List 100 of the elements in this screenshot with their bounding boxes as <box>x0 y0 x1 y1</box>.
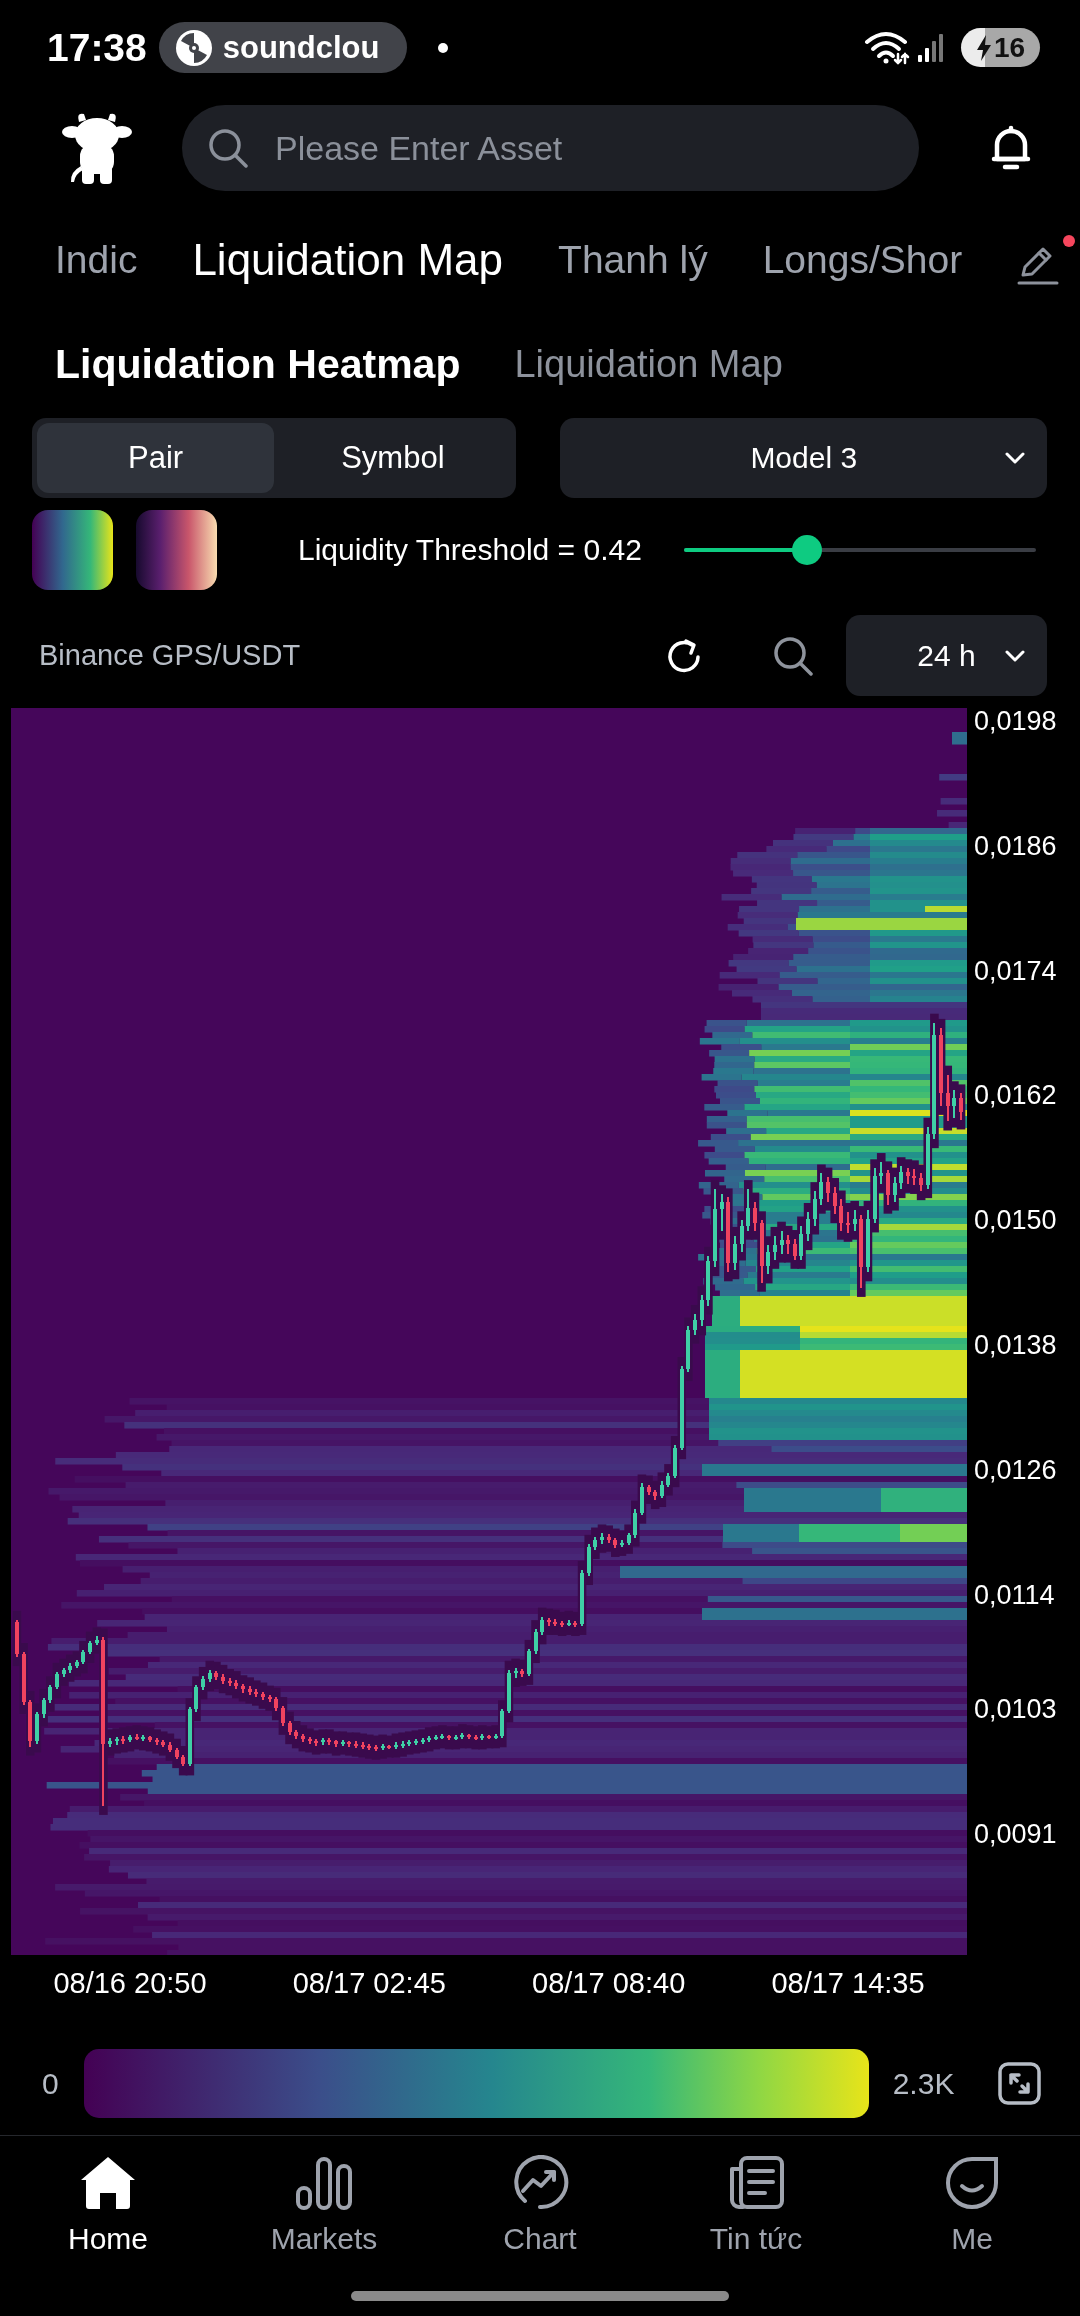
slider-thumb[interactable] <box>792 535 823 565</box>
nav-tab[interactable]: Me <box>943 2155 1001 2256</box>
color-scheme-swatch[interactable] <box>136 510 217 590</box>
candlestick <box>274 1697 278 1711</box>
candlestick <box>281 1706 285 1726</box>
threshold-label: Liquidity Threshold = 0.42 <box>298 533 642 567</box>
wifi-icon <box>864 29 910 66</box>
candlestick <box>168 1742 172 1752</box>
threshold-slider[interactable] <box>684 535 1036 565</box>
refresh-button[interactable] <box>665 636 703 675</box>
status-time: 17:38 <box>47 28 147 67</box>
candlestick <box>893 1177 897 1202</box>
search-field[interactable]: Please Enter Asset <box>182 105 919 191</box>
price-axis-label: 0,0198 <box>974 705 1057 737</box>
candlestick <box>208 1670 212 1682</box>
candlestick <box>288 1721 292 1735</box>
candlestick <box>301 1734 305 1742</box>
page-tab[interactable]: Thanh lý <box>558 237 708 283</box>
candlestick <box>194 1685 198 1712</box>
candlestick <box>926 1127 930 1189</box>
candlestick <box>540 1617 544 1635</box>
candlestick <box>427 1736 431 1742</box>
bell-icon <box>991 125 1031 171</box>
candlestick <box>886 1170 890 1205</box>
page-tab[interactable]: Indic <box>55 237 138 283</box>
candlestick <box>467 1734 471 1739</box>
page-tab[interactable]: Longs/Shor <box>762 237 963 283</box>
expand-button[interactable] <box>998 2062 1042 2105</box>
notifications-button[interactable] <box>991 125 1031 171</box>
segment-option[interactable]: Pair <box>37 423 275 493</box>
search-icon <box>773 635 813 676</box>
candlestick <box>261 1692 265 1700</box>
candlestick <box>740 1220 744 1252</box>
model-select[interactable]: Model 3 <box>560 418 1047 498</box>
candlestick <box>334 1740 338 1747</box>
candlestick <box>321 1738 325 1745</box>
disc-icon <box>175 29 212 66</box>
candlestick <box>88 1641 92 1654</box>
candlestick <box>81 1650 85 1664</box>
candlestick <box>560 1621 564 1627</box>
range-select[interactable]: 24 h <box>846 615 1047 696</box>
candlestick <box>806 1212 810 1241</box>
candlestick <box>906 1168 910 1184</box>
candlestick <box>520 1669 524 1677</box>
nav-tab[interactable]: Markets <box>270 2155 378 2256</box>
candlestick <box>75 1660 79 1668</box>
candlestick <box>387 1745 391 1749</box>
page-tab[interactable]: Liquidation Map <box>192 234 504 286</box>
candlestick <box>22 1652 26 1705</box>
pair-label: Binance GPS/USDT <box>39 639 301 672</box>
candlestick <box>826 1177 830 1202</box>
candlestick <box>241 1684 245 1693</box>
candlestick <box>308 1737 312 1744</box>
nav-tab[interactable]: Home <box>68 2155 148 2256</box>
candlestick <box>460 1733 464 1739</box>
candlestick <box>527 1649 531 1676</box>
view-tab[interactable]: Liquidation Map <box>514 343 783 387</box>
smiley-icon <box>943 2155 1001 2210</box>
search-button[interactable] <box>773 635 813 676</box>
price-axis-label: 0,0186 <box>974 829 1057 862</box>
price-axis-label: 0,0126 <box>974 1453 1057 1486</box>
price-axis-label: 0,0174 <box>974 954 1057 987</box>
candlestick <box>394 1742 398 1749</box>
expand-icon <box>998 2062 1042 2105</box>
candlestick <box>839 1199 843 1231</box>
candlestick <box>593 1537 597 1550</box>
view-tab[interactable]: Liquidation Heatmap <box>55 341 461 389</box>
candlestick <box>407 1740 411 1746</box>
color-scheme-swatch[interactable] <box>32 510 113 590</box>
segment-option[interactable]: Symbol <box>274 423 512 493</box>
candlestick <box>135 1734 139 1740</box>
candlestick <box>447 1735 451 1740</box>
media-pill[interactable]: soundclou <box>158 22 407 73</box>
legend-max-label: 2.3K <box>892 2066 955 2101</box>
candlestick <box>421 1738 425 1744</box>
candlestick <box>686 1326 690 1372</box>
candlestick <box>434 1735 438 1740</box>
candlestick <box>919 1173 923 1191</box>
nav-tab[interactable]: Tin tức <box>709 2155 803 2256</box>
candlestick <box>35 1712 39 1744</box>
nav-tab[interactable]: Chart <box>503 2155 577 2256</box>
candlestick <box>600 1533 604 1544</box>
candlestick <box>115 1737 119 1745</box>
price-axis-label: 0,0091 <box>974 1818 1057 1850</box>
candlestick <box>534 1629 538 1654</box>
candlestick <box>440 1734 444 1739</box>
candlestick <box>507 1670 511 1713</box>
candlestick <box>128 1735 132 1742</box>
price-axis-label: 0,0150 <box>974 1204 1057 1237</box>
candlestick <box>234 1680 238 1689</box>
candlestick <box>221 1674 225 1684</box>
candlestick <box>361 1742 365 1749</box>
signal-icon <box>918 32 945 63</box>
candlestick <box>627 1533 631 1545</box>
candlestick <box>121 1736 125 1744</box>
candlestick <box>793 1239 797 1260</box>
price-axis-label: 0,0114 <box>974 1578 1055 1611</box>
candlestick <box>613 1538 617 1548</box>
candlestick <box>640 1483 644 1515</box>
candlestick <box>813 1191 817 1226</box>
